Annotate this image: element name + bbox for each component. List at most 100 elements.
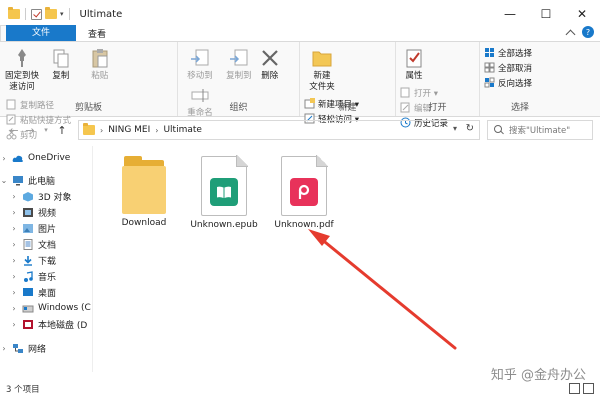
nav-item-3d-objects[interactable]: › 3D 对象 [0,188,92,204]
chevron-right-icon[interactable]: › [10,192,18,201]
chevron-right-icon[interactable]: › [155,126,158,135]
new-folder-button[interactable]: 新建 文件夹 [304,45,340,93]
nav-label: 此电脑 [28,176,56,187]
search-input[interactable]: 搜索"Ultimate" [487,120,593,140]
search-placeholder: 搜索"Ultimate" [509,126,571,136]
copy-to-button[interactable]: 复制到 [221,45,257,82]
nav-label: 视频 [38,208,57,219]
file-view: Download Unknown.epub Unknown.pdf [96,146,596,376]
chevron-right-icon[interactable]: › [10,320,18,329]
new-folder-icon[interactable] [45,7,57,19]
pdf-file-icon [281,155,328,216]
properties-button[interactable]: 属性 [400,45,428,82]
chevron-right-icon[interactable]: › [10,208,18,217]
nav-label: 桌面 [38,288,57,299]
copy-icon [53,49,69,68]
nav-item-onedrive[interactable]: › OneDrive [0,150,92,166]
chevron-right-icon[interactable]: › [10,240,18,249]
clipboard-group-label: 剪贴板 [74,103,102,113]
tab-file[interactable]: 文件 [6,25,76,41]
nav-label: Windows (C [38,303,91,313]
refresh-icon[interactable]: ↻ [466,123,474,134]
nav-item-desktop[interactable]: › 桌面 [0,284,92,300]
nav-label: 网络 [28,344,47,355]
select-none-label: 全部取消 [498,63,533,74]
chevron-right-icon[interactable]: › [0,154,8,163]
address-bar[interactable]: › NING MEI › Ultimate ▾ ↻ [78,120,480,140]
quick-access-toolbar: ▾ [0,7,72,20]
help-icon[interactable]: ? [582,26,594,38]
properties-check-icon[interactable] [31,8,42,20]
chevron-right-icon[interactable]: › [10,288,18,297]
open-button[interactable]: 打开 ▾ [400,85,448,100]
select-group: 全部选择 全部取消 反向选择 选择 [480,42,560,116]
select-none-button[interactable]: 全部取消 [484,60,556,75]
paste-icon [92,49,108,68]
pane-divider[interactable] [92,146,93,372]
nav-item-pictures[interactable]: › 图片 [0,220,92,236]
new-group-label: 新建 [338,103,357,113]
file-item-pdf[interactable]: Unknown.pdf [269,152,339,230]
chevron-right-icon[interactable]: › [10,272,18,281]
breadcrumb-ultimate[interactable]: Ultimate [163,125,201,135]
open-group: 属性 打开 ▾ 编辑 历史记录 打开 [396,42,480,129]
nav-item-downloads[interactable]: › 下载 [0,252,92,268]
address-dropdown-icon[interactable]: ▾ [453,124,457,133]
copy-label: 复制 [52,71,70,81]
back-arrow-icon[interactable]: ← [6,124,22,137]
large-icons-view-icon[interactable] [583,383,594,394]
nav-label: 文档 [38,240,57,251]
collapse-ribbon-icon[interactable] [565,29,576,39]
forward-arrow-icon[interactable]: → [22,124,38,137]
up-arrow-icon[interactable]: ↑ [54,124,70,137]
nav-item-documents[interactable]: › 文档 [0,236,92,252]
select-all-icon [485,48,494,57]
nav-item-network[interactable]: › 网络 [0,340,92,356]
properties-label: 属性 [405,71,423,81]
nav-item-this-pc[interactable]: ⌄ 此电脑 [0,172,92,188]
open-group-label: 打开 [428,103,447,113]
network-icon [13,343,23,353]
tab-view[interactable]: 查看 [78,25,116,41]
chevron-right-icon[interactable]: › [10,304,18,313]
nav-item-windows-c[interactable]: › Windows (C [0,300,92,316]
select-all-button[interactable]: 全部选择 [484,45,556,60]
select-all-label: 全部选择 [498,48,533,59]
folder-icon [83,123,95,135]
paste-button[interactable]: 粘贴 [82,45,118,82]
new-folder-icon [312,51,332,67]
video-icon [23,207,33,217]
chevron-down-icon[interactable]: ⌄ [0,176,8,185]
nav-label: 本地磁盘 (D [38,320,88,331]
file-item-epub[interactable]: Unknown.epub [189,152,259,230]
search-icon [494,125,504,135]
download-icon [24,255,32,266]
file-item-download[interactable]: Download [109,152,179,228]
chevron-right-icon[interactable]: › [100,126,103,135]
new-folder-label: 新建 文件夹 [309,71,335,92]
nav-label: 音乐 [38,272,57,283]
breadcrumb-ning-mei[interactable]: NING MEI [108,125,150,135]
pin-quick-access-button[interactable]: 固定到快 速访问 [4,45,40,93]
epub-book-icon [210,178,238,206]
qat-dropdown-icon[interactable]: ▾ [60,10,64,18]
chevron-right-icon[interactable]: › [0,344,8,353]
nav-item-videos[interactable]: › 视频 [0,204,92,220]
nav-label: 下载 [38,256,57,267]
nav-item-music[interactable]: › 音乐 [0,268,92,284]
delete-x-icon [261,50,278,66]
music-icon [24,270,33,282]
delete-button[interactable]: 删除 [260,45,280,82]
copy-button[interactable]: 复制 [43,45,79,82]
nav-item-local-disk-d[interactable]: › 本地磁盘 (D [0,316,92,332]
drive-icon [23,319,33,329]
file-name: Unknown.pdf [274,220,334,230]
move-to-button[interactable]: 移动到 [182,45,218,82]
details-view-icon[interactable] [569,383,580,394]
chevron-right-icon[interactable]: › [10,224,18,233]
invert-selection-label: 反向选择 [498,78,533,89]
invert-selection-button[interactable]: 反向选择 [484,75,556,90]
recent-dropdown-icon[interactable]: ▾ [38,126,54,134]
new-group: 新建 文件夹 新建项目 ▾ 轻松访问 ▾ 新建 [300,42,396,125]
chevron-right-icon[interactable]: › [10,256,18,265]
